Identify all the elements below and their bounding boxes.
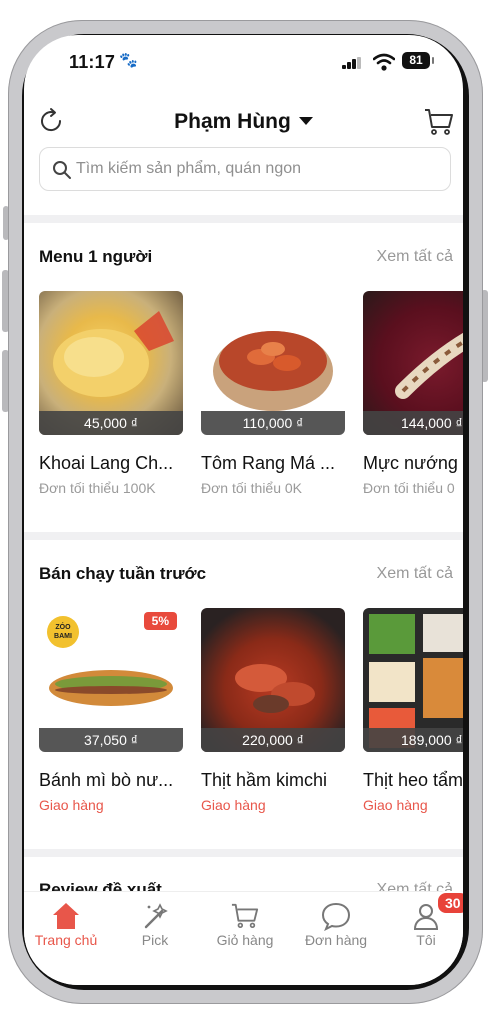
product-name: Mực nướng [363, 453, 458, 473]
tab-label: Pick [141, 932, 169, 948]
cart-icon[interactable] [423, 107, 455, 137]
product-card[interactable]: 144,000 ₫ Mực nướng Đơn tối thiểu 0 [363, 291, 463, 496]
product-image: 189,000 ₫ [363, 608, 463, 752]
product-image: 144,000 ₫ [363, 291, 463, 435]
product-delivery: Giao hàng [201, 797, 266, 813]
tab-label: Trang chủ [34, 932, 98, 948]
product-name: Thịt hầm kimchi [201, 770, 328, 790]
product-card[interactable]: 189,000 ₫ Thịt heo tẩm Giao hàng [363, 608, 463, 813]
section-title-menu: Menu 1 người [39, 247, 153, 266]
search-icon [53, 161, 71, 179]
product-price: 220,000 ₫ [201, 728, 345, 752]
tab-label: Giỏ hàng [216, 932, 274, 948]
product-image: 45,000 ₫ [39, 291, 183, 435]
product-image: ZÓO BAMI 5% 37,050 ₫ [39, 608, 183, 752]
product-min-order: Đơn tối thiểu 0 [363, 480, 455, 496]
header: Phạm Hùng [24, 97, 463, 145]
status-bar: 11:17 🐾 81 [24, 35, 463, 85]
wifi-icon [373, 53, 395, 71]
tab-label: Đơn hàng [304, 932, 368, 948]
product-card[interactable]: 110,000 ₫ Tôm Rang Má ... Đơn tối thiểu … [201, 291, 347, 496]
product-price: 45,000 ₫ [39, 411, 183, 435]
product-image: 110,000 ₫ [201, 291, 345, 435]
product-price: 144,000 ₫ [363, 411, 463, 435]
search-placeholder: Tìm kiếm sản phẩm, quán ngon [76, 160, 302, 177]
search-input[interactable]: Tìm kiếm sản phẩm, quán ngon [39, 147, 451, 191]
product-card[interactable]: 45,000 ₫ Khoai Lang Ch... Đơn tối thiểu … [39, 291, 185, 496]
tab-label: Tôi [416, 932, 436, 948]
signal-icon [342, 57, 362, 69]
see-all-link[interactable]: Xem tất cả [377, 565, 453, 583]
section-divider [24, 849, 463, 857]
discount-badge: 5% [143, 612, 177, 630]
tab-cart[interactable]: Giỏ hàng [205, 900, 285, 948]
product-delivery: Giao hàng [39, 797, 104, 813]
section-divider [24, 532, 463, 540]
product-delivery: Giao hàng [363, 797, 428, 813]
product-min-order: Đơn tối thiểu 100K [39, 480, 156, 496]
product-card[interactable]: ZÓO BAMI 5% 37,050 ₫ Bánh mì bò nư... Gi… [39, 608, 185, 813]
location-selector[interactable]: Phạm Hùng [24, 110, 463, 134]
product-image: 220,000 ₫ [201, 608, 345, 752]
product-name: Tôm Rang Má ... [201, 453, 336, 473]
home-icon [26, 900, 106, 932]
cart-icon [205, 900, 285, 932]
product-card[interactable]: 220,000 ₫ Thịt hầm kimchi Giao hàng [201, 608, 347, 813]
see-all-link[interactable]: Xem tất cả [377, 248, 453, 266]
chat-icon [296, 900, 376, 932]
product-price: 37,050 ₫ [39, 728, 183, 752]
paw-icon: 🐾 [119, 52, 138, 69]
status-time: 11:17 [69, 52, 116, 72]
bottom-tab-bar: Trang chủ Pick Giỏ hàng Đơn hàng Tôi 30 [24, 891, 463, 985]
magic-wand-icon [115, 900, 195, 932]
tab-pick[interactable]: Pick [115, 900, 195, 948]
product-price: 110,000 ₫ [201, 411, 345, 435]
section-divider [24, 215, 463, 223]
tab-home[interactable]: Trang chủ [26, 900, 106, 948]
product-name: Bánh mì bò nư... [39, 770, 174, 790]
screen: 11:17 🐾 81 Phạm Hùng Tìm kiếm sản phẩm, … [24, 35, 463, 985]
product-min-order: Đơn tối thiểu 0K [201, 480, 303, 496]
notification-badge: 30 [436, 891, 463, 915]
section-title-bestseller: Bán chạy tuần trước [39, 564, 207, 583]
battery-indicator: 81 [402, 52, 434, 69]
product-price: 189,000 ₫ [363, 728, 463, 752]
product-name: Thịt heo tẩm [363, 770, 463, 790]
tab-orders[interactable]: Đơn hàng [296, 900, 376, 948]
location-name: Phạm Hùng [174, 110, 291, 133]
product-name: Khoai Lang Ch... [39, 453, 174, 473]
caret-down-icon [298, 117, 313, 125]
